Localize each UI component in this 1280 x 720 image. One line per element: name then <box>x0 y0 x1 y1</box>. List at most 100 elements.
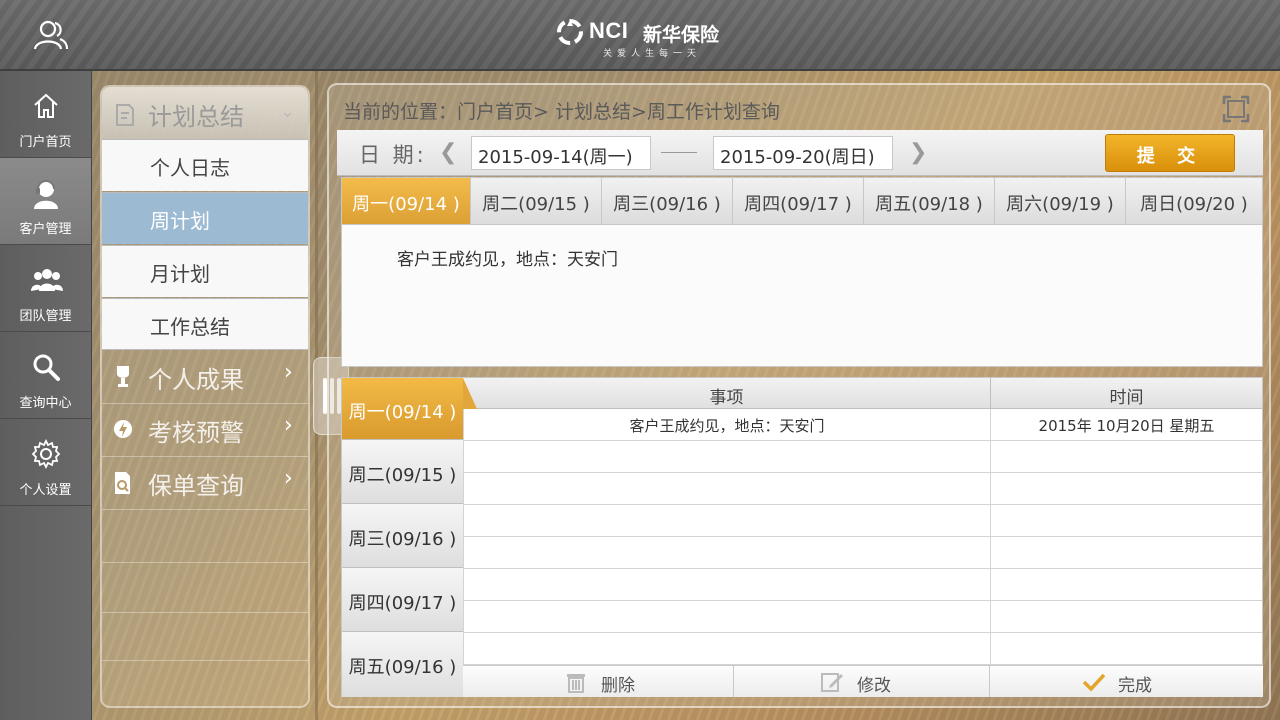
policy-search-icon <box>115 472 130 494</box>
logo-text-en: NCI <box>589 18 629 43</box>
gear-icon <box>31 439 61 469</box>
tab-day-sat[interactable]: 周六(09/19 ) <box>995 178 1126 224</box>
search-icon <box>33 354 60 381</box>
table-cell-item[interactable]: 客户王成约见，地点：天安门 <box>463 409 990 441</box>
row-label-tue[interactable]: 周二(09/15 ) <box>342 441 463 504</box>
nav-item-query[interactable]: 查询中心 <box>0 332 91 419</box>
date-label: 日 期: <box>359 143 427 167</box>
table-cell-item[interactable] <box>463 505 990 537</box>
submenu-item-label: 工作总结 <box>150 315 230 339</box>
day-tabs: 周一(09/14 ) 周二(09/15 ) 周三(09/16 ) 周四(09/1… <box>341 177 1263 225</box>
start-date-field[interactable]: 2015-09-14(周一) <box>471 136 651 170</box>
table-cell-item[interactable] <box>463 633 990 665</box>
submit-button[interactable]: 提 交 <box>1105 134 1235 172</box>
submenu-header-label: 计划总结 <box>148 103 244 131</box>
weekly-plan-table: 事项 时间 周一(09/14 ) 客户王成约见，地点：天安门 2015年 10月… <box>341 377 1263 697</box>
submenu-item-label: 周计划 <box>150 209 210 233</box>
submenu-item-weekly-plan[interactable]: 周计划 <box>102 192 308 244</box>
checkmark-icon <box>1082 673 1106 692</box>
table-cell-item[interactable] <box>463 441 990 473</box>
users-icon <box>33 20 69 50</box>
submenu-category-label: 保单查询 <box>148 472 244 500</box>
row-label-fri[interactable]: 周五(09/16 ) <box>342 633 463 697</box>
table-cell-time[interactable]: 2015年 10月20日 星期五 <box>990 409 1262 441</box>
home-icon <box>34 93 58 118</box>
done-button[interactable]: 完成 <box>990 666 1263 697</box>
company-logo: NCI 新华保险 关爱人生每一天 <box>555 15 735 59</box>
submenu-header[interactable]: 计划总结 ⌄ <box>102 87 308 139</box>
table-cell-item[interactable] <box>463 569 990 601</box>
chevron-right-icon: › <box>284 360 293 385</box>
table-cell-time[interactable] <box>990 505 1262 537</box>
table-cell-time[interactable] <box>990 569 1262 601</box>
end-date-field[interactable]: 2015-09-20(周日) <box>713 136 893 170</box>
delete-button[interactable]: 删除 <box>463 666 734 697</box>
date-range-separator <box>661 152 697 153</box>
submenu-category-policy-query[interactable]: 保单查询 › <box>102 457 308 510</box>
tab-day-thu[interactable]: 周四(09/17 ) <box>733 178 864 224</box>
table-cell-time[interactable] <box>990 633 1262 665</box>
logo-text-cn: 新华保险 <box>643 24 720 46</box>
alert-icon <box>114 420 132 438</box>
team-icon <box>31 269 63 291</box>
submenu-item-daily-log[interactable]: 个人日志 <box>102 139 308 191</box>
table-cell-time[interactable] <box>990 601 1262 633</box>
day-notes-area[interactable]: 客户王成约见，地点：天安门 <box>341 225 1263 367</box>
nav-item-label: 团队管理 <box>19 309 72 324</box>
table-cell-time[interactable] <box>990 537 1262 569</box>
breadcrumb: 当前的位置：门户首页> 计划总结>周工作计划查询 <box>343 101 780 123</box>
nav-item-customer[interactable]: 客户管理 <box>0 158 91 245</box>
nci-logo-icon <box>557 19 583 45</box>
table-cell-item[interactable] <box>463 537 990 569</box>
column-header-time: 时间 <box>990 378 1262 409</box>
edit-icon <box>821 673 843 692</box>
submenu-category-label: 个人成果 <box>148 366 244 394</box>
main-nav: 门户首页 客户管理 团队管理 查询中心 个人设置 <box>0 71 92 720</box>
nav-item-home[interactable]: 门户首页 <box>0 71 91 158</box>
trash-icon <box>567 674 585 693</box>
tab-day-fri[interactable]: 周五(09/18 ) <box>864 178 995 224</box>
fullscreen-icon[interactable] <box>1222 95 1250 123</box>
edit-label: 修改 <box>857 676 891 696</box>
nav-item-settings[interactable]: 个人设置 <box>0 419 91 506</box>
nav-item-team[interactable]: 团队管理 <box>0 245 91 332</box>
submenu-item-work-summary[interactable]: 工作总结 <box>102 298 308 350</box>
document-icon <box>116 104 134 126</box>
submenu-category-achievements[interactable]: 个人成果 › <box>102 351 308 404</box>
delete-label: 删除 <box>601 676 635 696</box>
action-bar: 删除 修改 完成 <box>463 665 1263 697</box>
secondary-sidebar: 计划总结 ⌄ 个人日志 周计划 月计划 工作总结 个人成果 › 考核预警 › 保… <box>92 71 318 720</box>
tab-day-tue[interactable]: 周二(09/15 ) <box>471 178 602 224</box>
row-label-mon[interactable]: 周一(09/14 ) <box>342 378 477 440</box>
logo-slogan: 关爱人生每一天 <box>603 49 702 59</box>
tab-day-wed[interactable]: 周三(09/16 ) <box>602 178 733 224</box>
row-label-thu[interactable]: 周四(09/17 ) <box>342 569 463 632</box>
day-note-text: 客户王成约见，地点：天安门 <box>397 250 618 270</box>
chevron-right-icon: › <box>284 466 293 491</box>
customer-icon <box>34 180 58 209</box>
nav-item-label: 门户首页 <box>19 135 72 150</box>
nav-item-label: 客户管理 <box>19 222 72 237</box>
chevron-right-icon: › <box>284 413 293 438</box>
prev-week-arrow-icon[interactable]: ❮ <box>439 140 457 165</box>
main-panel: 当前的位置：门户首页> 计划总结>周工作计划查询 日 期: ❮ 2015-09-… <box>327 83 1271 708</box>
table-cell-time[interactable] <box>990 441 1262 473</box>
table-cell-time[interactable] <box>990 473 1262 505</box>
column-header-item: 事项 <box>463 378 990 409</box>
user-profile-button[interactable] <box>30 18 74 54</box>
tab-day-sun[interactable]: 周日(09/20 ) <box>1126 178 1262 224</box>
row-label-wed[interactable]: 周三(09/16 ) <box>342 505 463 568</box>
submenu-category-label: 考核预警 <box>148 419 244 447</box>
submenu-category-assessment[interactable]: 考核预警 › <box>102 404 308 457</box>
table-cell-item[interactable] <box>463 601 990 633</box>
table-cell-item[interactable] <box>463 473 990 505</box>
date-filter-bar: 日 期: ❮ 2015-09-14(周一) 2015-09-20(周日) ❯ 提… <box>337 130 1263 176</box>
tab-day-mon[interactable]: 周一(09/14 ) <box>342 178 471 224</box>
edit-button[interactable]: 修改 <box>734 666 990 697</box>
chevron-down-icon: ⌄ <box>280 101 296 122</box>
submenu-panel: 计划总结 ⌄ 个人日志 周计划 月计划 工作总结 个人成果 › 考核预警 › 保… <box>100 85 310 708</box>
submenu-item-monthly-plan[interactable]: 月计划 <box>102 245 308 297</box>
done-label: 完成 <box>1118 676 1152 696</box>
next-week-arrow-icon[interactable]: ❯ <box>909 140 927 165</box>
nav-item-label: 个人设置 <box>19 483 72 498</box>
